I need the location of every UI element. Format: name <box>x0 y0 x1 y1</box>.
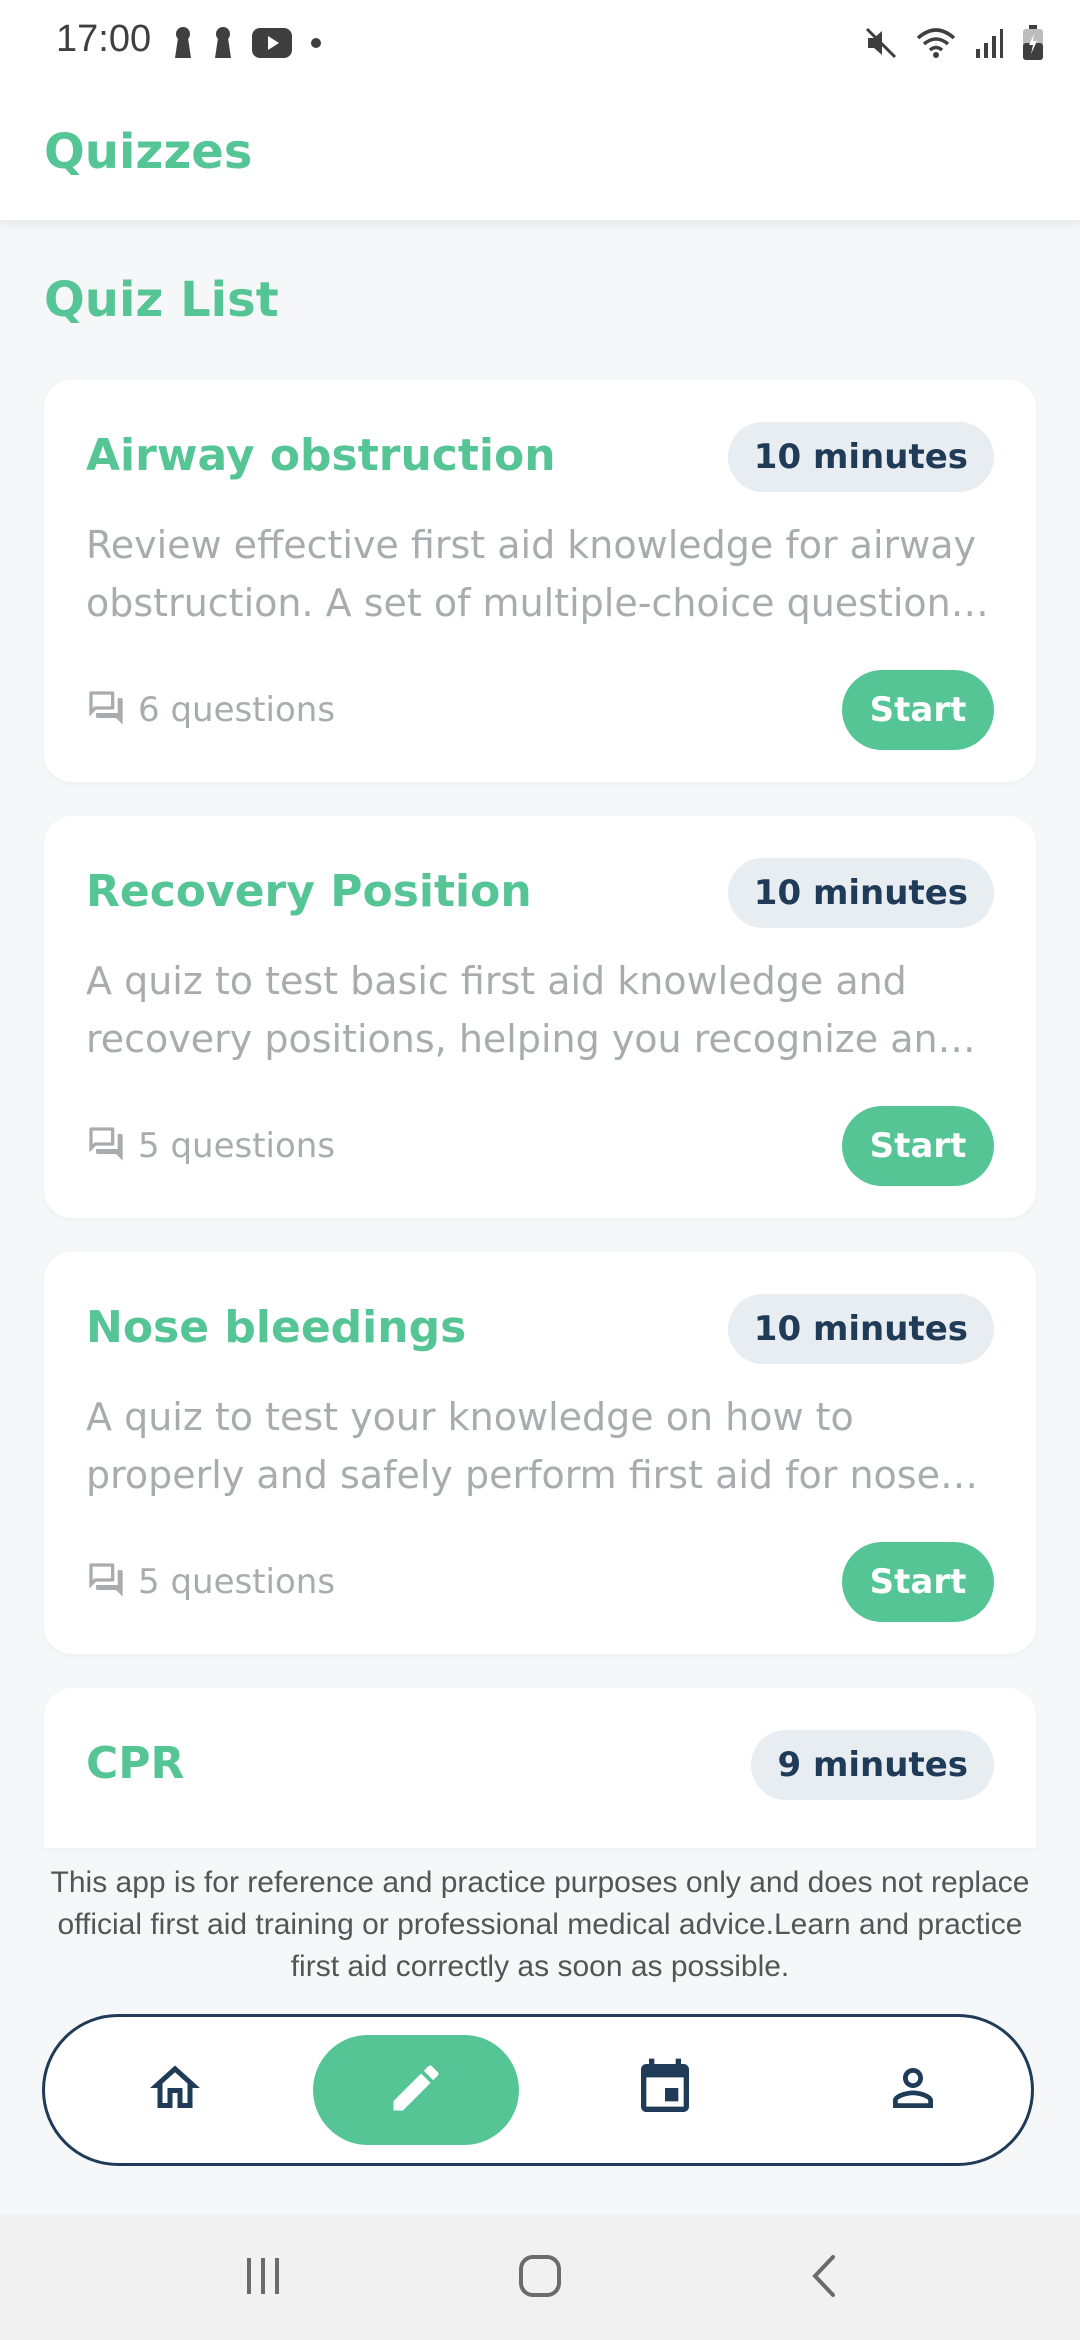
recents-icon <box>241 2254 285 2302</box>
quiz-title: Nose bleedings <box>86 1302 467 1353</box>
start-button[interactable]: Start <box>842 1542 994 1622</box>
home-icon <box>145 2058 205 2122</box>
quiz-title: Recovery Position <box>86 866 532 917</box>
nav-profile[interactable] <box>843 2035 983 2145</box>
question-count: 5 questions <box>86 1552 335 1612</box>
person-icon <box>883 2058 943 2122</box>
recents-button[interactable] <box>238 2250 288 2306</box>
question-count-label: 5 questions <box>138 1562 336 1602</box>
page-title: Quizzes <box>44 124 253 180</box>
duration-badge: 10 minutes <box>727 1294 994 1364</box>
signal-icon <box>974 27 1004 59</box>
duration-badge: 10 minutes <box>727 858 994 928</box>
status-icons-left <box>172 22 322 64</box>
wifi-icon <box>916 26 956 60</box>
forum-icon <box>86 1560 126 1604</box>
question-count-label: 5 questions <box>138 1126 336 1166</box>
quiz-title: Airway obstruction <box>86 430 556 481</box>
quiz-description: A quiz to test your knowledge on how to … <box>86 1395 940 1497</box>
quiz-card[interactable]: Nose bleedings 10 minutes A quiz to test… <box>44 1252 1036 1654</box>
nav-quizzes[interactable] <box>313 2035 519 2145</box>
app-bar: Quizzes <box>0 84 1080 220</box>
duration-badge: 9 minutes <box>751 1730 994 1800</box>
quiz-card[interactable]: CPR 9 minutes <box>44 1688 1036 1848</box>
duration-badge: 10 minutes <box>727 422 994 492</box>
question-count-label: 6 questions <box>138 690 336 730</box>
mute-icon <box>864 26 898 60</box>
bottom-nav <box>42 2014 1034 2166</box>
keyhole-icon <box>172 26 194 60</box>
battery-icon <box>1022 25 1044 61</box>
disclaimer-text: This app is for reference and practice p… <box>50 1866 1030 1983</box>
nav-calendar[interactable] <box>595 2035 735 2145</box>
quiz-card[interactable]: Airway obstruction 10 minutes Review eff… <box>44 380 1036 782</box>
nav-home[interactable] <box>105 2035 245 2145</box>
keyhole-icon <box>212 26 234 60</box>
calendar-icon <box>633 2056 697 2124</box>
forum-icon <box>86 1124 126 1168</box>
status-icons-right <box>864 22 1044 64</box>
start-button[interactable]: Start <box>842 670 994 750</box>
quiz-description: Review effective first aid knowledge for… <box>86 523 976 625</box>
forum-icon <box>86 688 126 732</box>
back-icon <box>805 2253 845 2303</box>
back-button[interactable] <box>800 2250 850 2306</box>
question-count: 6 questions <box>86 680 335 740</box>
pencil-icon <box>386 2058 446 2122</box>
system-nav-bar <box>0 2214 1080 2340</box>
start-button[interactable]: Start <box>842 1106 994 1186</box>
home-button[interactable] <box>515 2250 565 2306</box>
status-bar: 17:00 <box>0 0 1080 84</box>
status-time: 17:00 <box>56 18 152 60</box>
section-title: Quiz List <box>44 272 279 328</box>
quiz-description: A quiz to test basic first aid knowledge… <box>86 959 962 1061</box>
home-circle-icon <box>517 2253 563 2303</box>
question-count: 5 questions <box>86 1116 335 1176</box>
youtube-icon <box>252 28 292 58</box>
quiz-card[interactable]: Recovery Position 10 minutes A quiz to t… <box>44 816 1036 1218</box>
dot-icon <box>310 37 322 49</box>
quiz-title: CPR <box>86 1738 185 1789</box>
